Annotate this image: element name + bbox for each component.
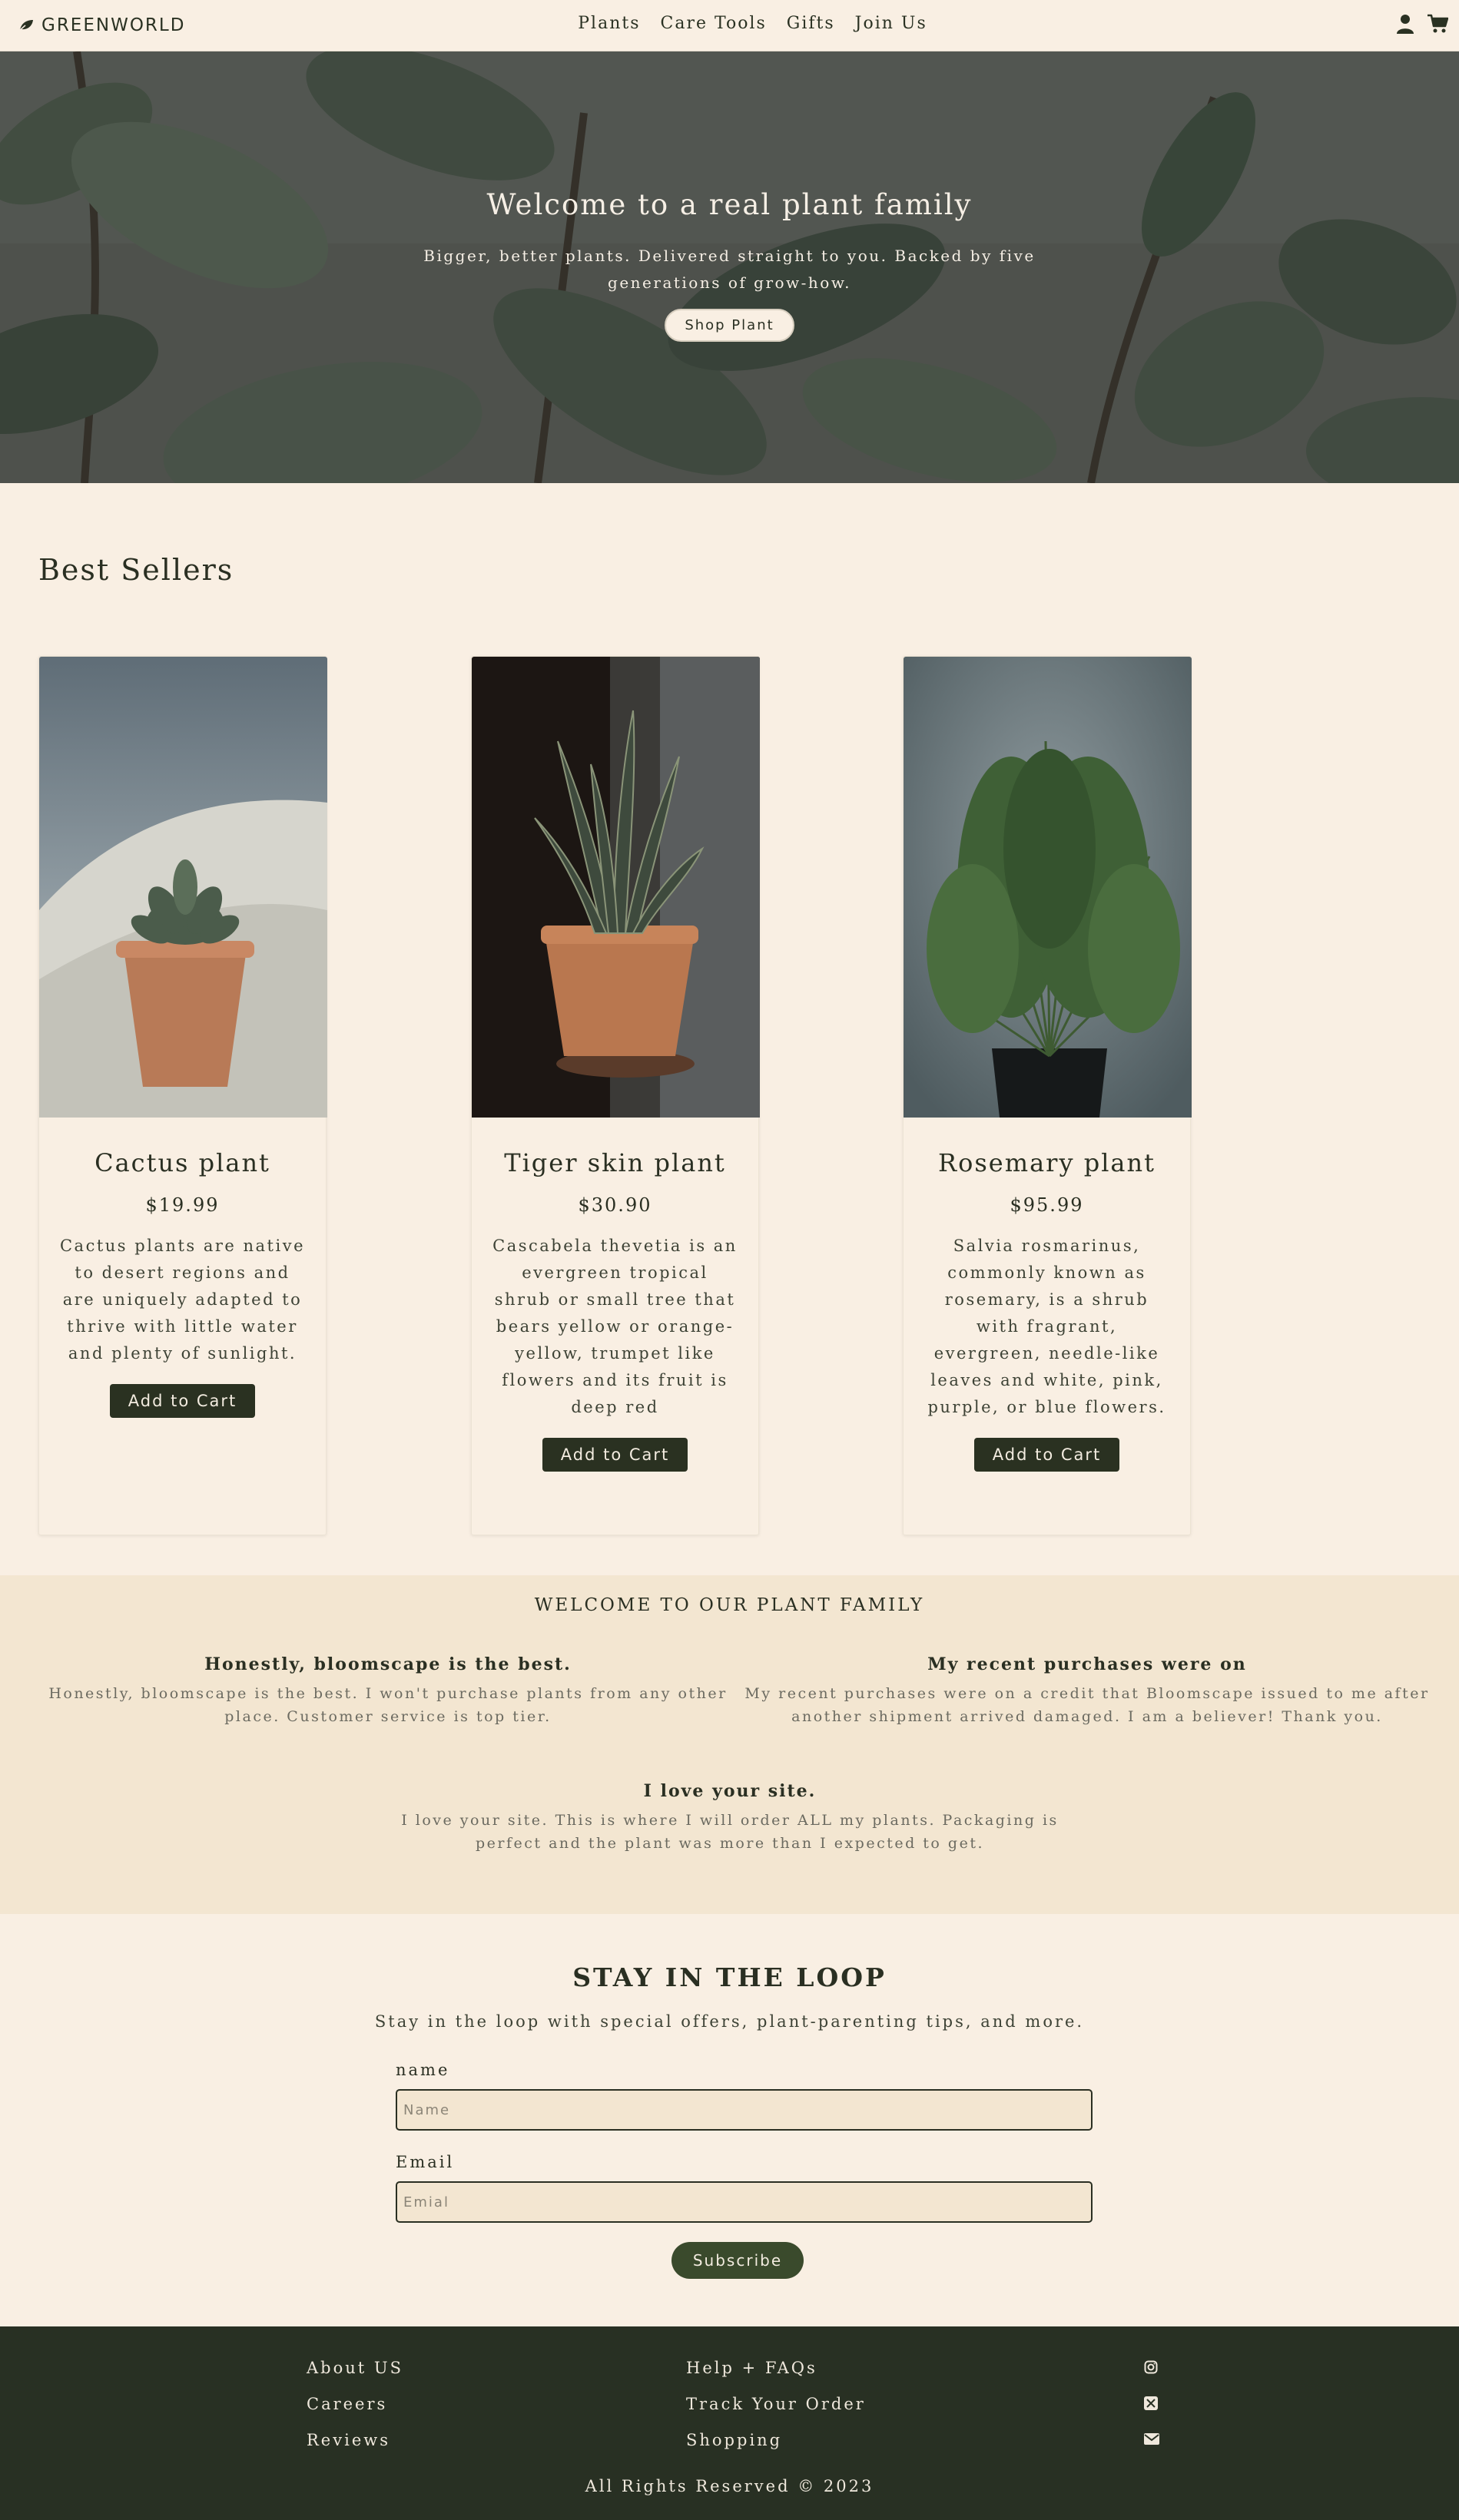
product-name[interactable]: Cactus plant: [39, 1148, 326, 1177]
testimonial: I love your site. I love your site. This…: [396, 1781, 1064, 1855]
add-to-cart-button[interactable]: Add to Cart: [109, 1384, 256, 1418]
nav-link-plants[interactable]: Plants: [578, 14, 640, 33]
email-input[interactable]: [396, 2181, 1093, 2223]
product-description: Salvia rosmarinus, commonly known as ros…: [927, 1237, 1166, 1416]
nav-link-join-us[interactable]: Join Us: [855, 14, 927, 33]
testimonials-section: WELCOME TO OUR PLANT FAMILY Honestly, bl…: [0, 1575, 1459, 1914]
testimonials-heading: WELCOME TO OUR PLANT FAMILY: [534, 1595, 925, 1615]
email-label: Email: [396, 2153, 455, 2171]
testimonial-body: I love your site. This is where I will o…: [401, 1812, 1059, 1852]
product-description: Cactus plants are native to desert regio…: [59, 1237, 305, 1363]
hero-subtitle: Bigger, better plants. Delivered straigh…: [423, 247, 1036, 292]
testimonial: My recent purchases were on My recent pu…: [741, 1654, 1433, 1728]
instagram-icon[interactable]: [1144, 2360, 1158, 2374]
footer-link-careers[interactable]: Careers: [307, 2395, 387, 2413]
subscribe-button[interactable]: Subscribe: [671, 2242, 804, 2279]
product-price: $95.99: [1010, 1194, 1084, 1216]
footer-link-reviews[interactable]: Reviews: [307, 2431, 390, 2449]
footer-link-shopping[interactable]: Shopping: [686, 2431, 782, 2449]
testimonial-title: I love your site.: [643, 1781, 817, 1801]
rosemary-plant-image[interactable]: [904, 657, 1192, 1118]
name-label: name: [396, 2061, 450, 2079]
footer-link-track-order[interactable]: Track Your Order: [686, 2395, 866, 2413]
testimonial-body: My recent purchases were on a credit tha…: [744, 1685, 1430, 1725]
add-to-cart-button[interactable]: Add to Cart: [973, 1438, 1120, 1472]
product-name[interactable]: Rosemary plant: [904, 1148, 1190, 1177]
newsletter-title: STAY IN THE LOOP: [572, 1962, 887, 1992]
nav-link-care-tools[interactable]: Care Tools: [661, 14, 767, 33]
name-input[interactable]: [396, 2089, 1093, 2131]
shop-plant-button[interactable]: Shop Plant: [665, 309, 794, 342]
nav-icons: [1396, 14, 1448, 34]
testimonial: Honestly, bloomscape is the best. Honest…: [42, 1654, 734, 1728]
nav-link-gifts[interactable]: Gifts: [787, 14, 835, 33]
testimonial-title: My recent purchases were on: [927, 1654, 1247, 1674]
testimonial-title: Honestly, bloomscape is the best.: [204, 1654, 572, 1674]
product-description: Cascabela thevetia is an evergreen tropi…: [492, 1237, 738, 1416]
product-card: Cactus plant $19.99 Cactus plants are na…: [38, 656, 327, 1535]
x-icon[interactable]: [1144, 2396, 1158, 2410]
site-footer: About US Careers Reviews Help + FAQs Tra…: [0, 2326, 1459, 2520]
product-price: $30.90: [578, 1194, 652, 1216]
footer-link-about-us[interactable]: About US: [307, 2359, 403, 2377]
tiger-skin-plant-image[interactable]: [472, 657, 760, 1118]
cactus-plant-image[interactable]: [39, 657, 327, 1118]
hero-title: Welcome to a real plant family: [486, 188, 973, 221]
footer-link-help-faqs[interactable]: Help + FAQs: [686, 2359, 817, 2377]
copyright-text: All Rights Reserved © 2023: [585, 2477, 874, 2495]
mail-icon[interactable]: [1144, 2433, 1159, 2445]
top-nav: GREENWORLD Plants Care Tools Gifts Join …: [0, 0, 1459, 51]
hero-content: Welcome to a real plant family Bigger, b…: [0, 188, 1459, 342]
cart-icon[interactable]: [1427, 14, 1448, 34]
product-name[interactable]: Tiger skin plant: [472, 1148, 758, 1177]
hero-banner: Welcome to a real plant family Bigger, b…: [0, 51, 1459, 483]
add-to-cart-button[interactable]: Add to Cart: [542, 1438, 688, 1472]
product-card: Rosemary plant $95.99 Salvia rosmarinus,…: [903, 656, 1192, 1535]
product-price: $19.99: [145, 1194, 220, 1216]
product-card: Tiger skin plant $30.90 Cascabela thevet…: [471, 656, 760, 1535]
best-sellers-title: Best Sellers: [38, 553, 234, 587]
user-icon[interactable]: [1396, 14, 1414, 34]
testimonial-body: Honestly, bloomscape is the best. I won'…: [48, 1685, 728, 1725]
newsletter-subtitle: Stay in the loop with special offers, pl…: [374, 2012, 1085, 2031]
main-menu: Plants Care Tools Gifts Join Us: [0, 14, 1459, 33]
